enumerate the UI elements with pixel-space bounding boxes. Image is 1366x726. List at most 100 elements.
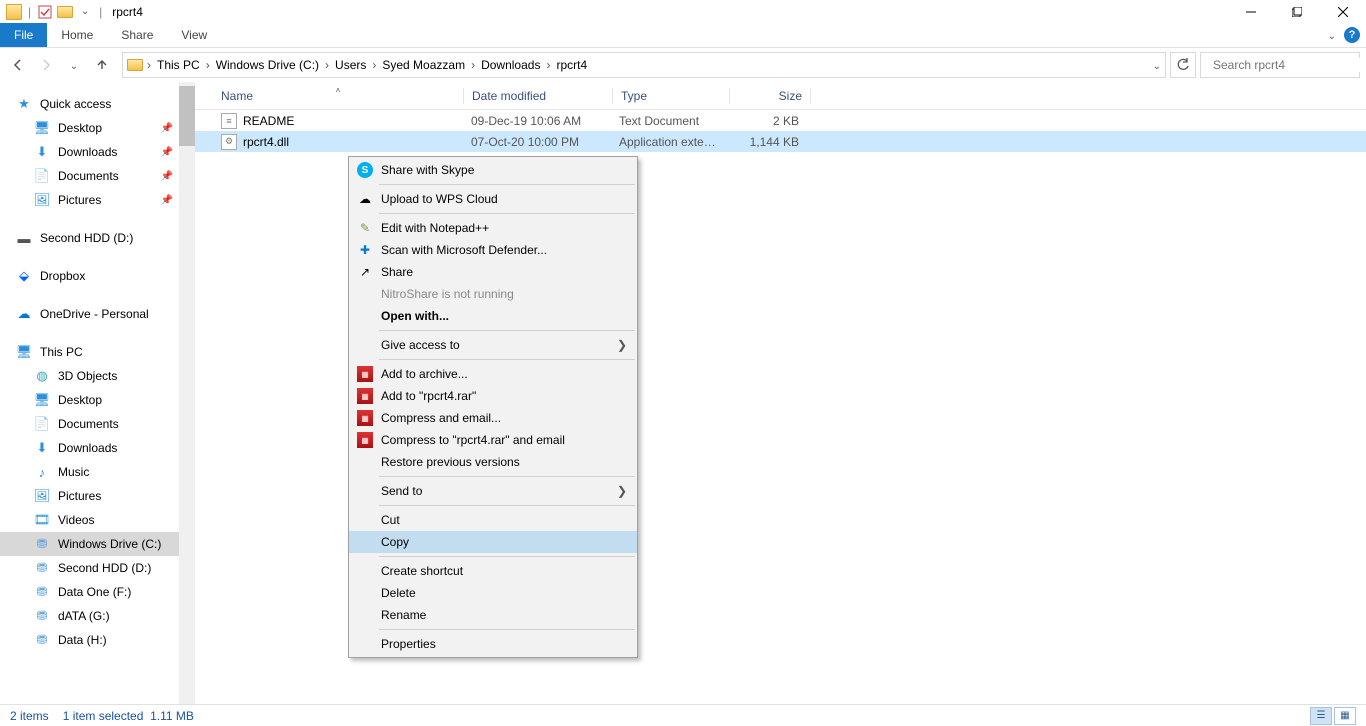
- sidebar-dropbox[interactable]: ⬙Dropbox: [0, 264, 195, 288]
- ctx-add-rar[interactable]: ▦Add to "rpcrt4.rar": [349, 385, 637, 407]
- col-date[interactable]: Date modified: [464, 89, 612, 103]
- ctx-share[interactable]: ↗Share: [349, 261, 637, 283]
- forward-button[interactable]: [34, 53, 58, 77]
- thumbnails-view-button[interactable]: ▦: [1334, 707, 1356, 725]
- ctx-scan-defender[interactable]: ✚Scan with Microsoft Defender...: [349, 239, 637, 261]
- qat-properties-icon[interactable]: [37, 4, 53, 20]
- sidebar-pc-documents[interactable]: 📄Documents: [0, 412, 195, 436]
- dll-file-icon: ⚙: [221, 134, 237, 150]
- ctx-separator: [379, 505, 635, 506]
- search-input[interactable]: [1213, 58, 1366, 72]
- drive-icon: ⛃: [34, 536, 50, 552]
- sidebar-scrollbar[interactable]: [179, 82, 195, 704]
- ctx-send-to[interactable]: Send to❯: [349, 480, 637, 502]
- crumb-users[interactable]: Users: [333, 58, 368, 72]
- titlebar-separator: |: [99, 5, 102, 19]
- help-icon[interactable]: ?: [1344, 27, 1360, 43]
- ctx-copy[interactable]: Copy: [349, 531, 637, 553]
- tab-home[interactable]: Home: [47, 23, 107, 47]
- address-history-icon[interactable]: [1153, 58, 1161, 72]
- ctx-compress-email[interactable]: ▦Compress and email...: [349, 407, 637, 429]
- sidebar-onedrive[interactable]: ☁OneDrive - Personal: [0, 302, 195, 326]
- documents-icon: 📄: [34, 168, 50, 184]
- crumb-this-pc[interactable]: This PC: [155, 58, 202, 72]
- sidebar-drive-c[interactable]: ⛃Windows Drive (C:): [0, 532, 195, 556]
- ctx-compress-rar-email[interactable]: ▦Compress to "rpcrt4.rar" and email: [349, 429, 637, 451]
- share-icon: ↗: [357, 264, 373, 280]
- ribbon-collapse-icon[interactable]: [1328, 28, 1336, 42]
- sidebar-pc-music[interactable]: ♪Music: [0, 460, 195, 484]
- window-title: rpcrt4: [112, 5, 143, 19]
- sidebar-quick-access[interactable]: ★Quick access: [0, 92, 195, 116]
- ctx-upload-wps[interactable]: ☁Upload to WPS Cloud: [349, 188, 637, 210]
- tab-view[interactable]: View: [167, 23, 221, 47]
- crumb-drive-c[interactable]: Windows Drive (C:): [214, 58, 321, 72]
- sidebar-desktop[interactable]: 🖥Desktop📌: [0, 116, 195, 140]
- ctx-properties[interactable]: Properties: [349, 633, 637, 655]
- col-name[interactable]: ˄Name: [213, 89, 463, 103]
- ctx-delete[interactable]: Delete: [349, 582, 637, 604]
- qat-separator: |: [28, 5, 31, 19]
- maximize-button[interactable]: [1274, 0, 1320, 23]
- ctx-create-shortcut[interactable]: Create shortcut: [349, 560, 637, 582]
- refresh-button[interactable]: [1170, 52, 1196, 78]
- pictures-icon: 🖼: [34, 192, 50, 208]
- documents-icon: 📄: [34, 416, 50, 432]
- sidebar-pc-desktop[interactable]: 🖥Desktop: [0, 388, 195, 412]
- ctx-open-with[interactable]: Open with...: [349, 305, 637, 327]
- address-bar[interactable]: › This PC › Windows Drive (C:) › Users ›…: [122, 52, 1166, 78]
- close-button[interactable]: [1320, 0, 1366, 23]
- ctx-edit-npp[interactable]: ✎Edit with Notepad++: [349, 217, 637, 239]
- crumb-downloads[interactable]: Downloads: [479, 58, 542, 72]
- crumb-user[interactable]: Syed Moazzam: [380, 58, 467, 72]
- sidebar-drive-g[interactable]: ⛃dATA (G:): [0, 604, 195, 628]
- ctx-share-skype[interactable]: SShare with Skype: [349, 159, 637, 181]
- sidebar-pc-videos[interactable]: 🎞Videos: [0, 508, 195, 532]
- sidebar-pc-downloads[interactable]: ⬇Downloads: [0, 436, 195, 460]
- qat-newfolder-icon[interactable]: [57, 4, 73, 20]
- sidebar-documents[interactable]: 📄Documents📌: [0, 164, 195, 188]
- crumb-folder[interactable]: rpcrt4: [554, 58, 589, 72]
- desktop-icon: 🖥: [34, 392, 50, 408]
- tab-file[interactable]: File: [0, 23, 47, 47]
- ctx-add-archive[interactable]: ▦Add to archive...: [349, 363, 637, 385]
- ctx-restore-versions[interactable]: Restore previous versions: [349, 451, 637, 473]
- sidebar-drive-d[interactable]: ⛃Second HDD (D:): [0, 556, 195, 580]
- winrar-icon: ▦: [357, 388, 373, 404]
- sidebar-drive-h[interactable]: ⛃Data (H:): [0, 628, 195, 652]
- qat-customize-icon[interactable]: [77, 4, 93, 20]
- search-box[interactable]: [1200, 52, 1360, 78]
- nav-row: › This PC › Windows Drive (C:) › Users ›…: [0, 48, 1366, 82]
- sidebar-pictures[interactable]: 🖼Pictures📌: [0, 188, 195, 212]
- details-view-button[interactable]: ☰: [1310, 707, 1332, 725]
- status-selected: 1 item selected 1.11 MB: [63, 709, 194, 723]
- winrar-icon: ▦: [357, 410, 373, 426]
- ctx-separator: [379, 184, 635, 185]
- sidebar-pc-pictures[interactable]: 🖼Pictures: [0, 484, 195, 508]
- column-headers: ˄Name Date modified Type Size: [195, 82, 1366, 110]
- winrar-icon: ▦: [357, 366, 373, 382]
- sidebar-drive-f[interactable]: ⛃Data One (F:): [0, 580, 195, 604]
- sidebar-downloads[interactable]: ⬇Downloads📌: [0, 140, 195, 164]
- tab-share[interactable]: Share: [107, 23, 167, 47]
- sidebar-3d-objects[interactable]: ◍3D Objects: [0, 364, 195, 388]
- ctx-give-access[interactable]: Give access to❯: [349, 334, 637, 356]
- col-type[interactable]: Type: [613, 89, 729, 103]
- minimize-button[interactable]: [1228, 0, 1274, 23]
- crumb-sep[interactable]: ›: [145, 58, 153, 72]
- desktop-icon: 🖥: [34, 120, 50, 136]
- file-row[interactable]: ≡README 09-Dec-19 10:06 AM Text Document…: [195, 110, 1366, 131]
- pictures-icon: 🖼: [34, 488, 50, 504]
- ctx-rename[interactable]: Rename: [349, 604, 637, 626]
- hdd-icon: ▬: [16, 230, 32, 246]
- col-size[interactable]: Size: [730, 89, 810, 103]
- back-button[interactable]: [6, 53, 30, 77]
- sidebar-second-hdd[interactable]: ▬Second HDD (D:): [0, 226, 195, 250]
- winrar-icon: ▦: [357, 432, 373, 448]
- downloads-icon: ⬇: [34, 440, 50, 456]
- up-button[interactable]: [90, 53, 114, 77]
- file-row[interactable]: ⚙rpcrt4.dll 07-Oct-20 10:00 PM Applicati…: [195, 131, 1366, 152]
- sidebar-this-pc[interactable]: 🖥This PC: [0, 340, 195, 364]
- ctx-cut[interactable]: Cut: [349, 509, 637, 531]
- recent-locations-button[interactable]: [62, 53, 86, 77]
